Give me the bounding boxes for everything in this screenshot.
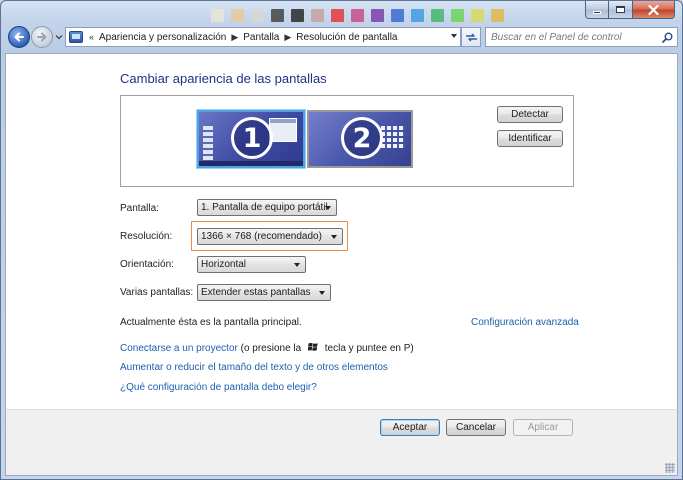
cancel-button[interactable]: Cancelar: [446, 419, 506, 436]
minimize-button[interactable]: [585, 1, 609, 19]
color-swatch: [231, 9, 244, 22]
windows-logo-icon: [308, 342, 318, 351]
window-controls: [585, 1, 675, 19]
monitor-2-number: 2: [341, 117, 383, 159]
desktop-icons-decoration: [203, 126, 213, 160]
forward-button[interactable]: [31, 26, 53, 48]
content-pane: Cambiar apariencia de las pantallas 1 2 …: [5, 53, 678, 409]
search-icon[interactable]: [662, 32, 673, 43]
back-arrow-icon: [14, 32, 24, 42]
breadcrumb-resolucion[interactable]: Resolución de pantalla: [296, 32, 397, 43]
color-swatch: [471, 9, 484, 22]
chevron-down-icon: [331, 235, 337, 239]
color-swatch: [371, 9, 384, 22]
projector-note-before: (o presione la: [240, 343, 302, 354]
chevron-down-icon: [325, 206, 331, 210]
advanced-settings-link[interactable]: Configuración avanzada: [471, 317, 579, 328]
page-title: Cambiar apariencia de las pantallas: [120, 71, 327, 86]
primary-display-note: Actualmente ésta es la pantalla principa…: [120, 317, 302, 328]
recent-pages-dropdown-icon[interactable]: [55, 33, 63, 41]
color-swatch: [491, 9, 504, 22]
color-swatch: [451, 9, 464, 22]
breadcrumb-apariencia[interactable]: Apariencia y personalización: [99, 32, 226, 43]
forward-arrow-icon: [37, 32, 47, 42]
back-button[interactable]: [8, 26, 30, 48]
search-box[interactable]: [485, 27, 678, 47]
resize-grip[interactable]: [665, 463, 675, 473]
orientation-select-value: Horizontal: [201, 259, 247, 270]
color-swatch: [351, 9, 364, 22]
connect-projector-link[interactable]: Conectarse a un proyector: [120, 343, 238, 354]
display-label: Pantalla:: [120, 203, 159, 214]
address-dropdown-icon[interactable]: [451, 34, 457, 38]
text-size-link[interactable]: Aumentar o reducir el tamaño del texto y…: [120, 362, 388, 373]
detect-button[interactable]: Detectar: [497, 106, 563, 123]
chevron-down-icon: [319, 291, 325, 295]
resolution-label: Resolución:: [120, 231, 173, 242]
color-swatch-strip: [211, 9, 504, 22]
refresh-button[interactable]: [461, 27, 481, 47]
close-button[interactable]: [633, 1, 675, 19]
display-select-value: 1. Pantalla de equipo portátil: [201, 202, 328, 213]
color-swatch: [431, 9, 444, 22]
accept-button[interactable]: Aceptar: [380, 419, 440, 436]
display-select[interactable]: 1. Pantalla de equipo portátil: [197, 199, 337, 216]
color-swatch: [251, 9, 264, 22]
color-swatch: [311, 9, 324, 22]
identify-button[interactable]: Identificar: [497, 130, 563, 147]
address-bar[interactable]: « Apariencia y personalización ▶ Pantall…: [65, 27, 461, 47]
which-settings-link[interactable]: ¿Qué configuración de pantalla debo eleg…: [120, 382, 317, 393]
close-icon: [648, 4, 659, 15]
color-swatch: [391, 9, 404, 22]
navigation-bar: « Apariencia y personalización ▶ Pantall…: [5, 25, 678, 51]
resolution-select[interactable]: 1366 × 768 (recomendado): [197, 228, 343, 245]
monitor-1[interactable]: 1: [197, 110, 305, 168]
window-thumbnail-decoration: [269, 118, 297, 142]
monitor-2[interactable]: 2: [307, 110, 413, 168]
color-swatch: [411, 9, 424, 22]
grid-decoration: [381, 126, 405, 148]
control-panel-icon: [69, 31, 83, 43]
breadcrumb-separator-icon[interactable]: ▶: [284, 32, 291, 43]
breadcrumb-overflow[interactable]: «: [89, 32, 94, 42]
orientation-label: Orientación:: [120, 259, 174, 270]
multiple-displays-select-value: Extender estas pantallas: [201, 287, 311, 298]
maximize-icon: [616, 6, 625, 13]
color-swatch: [211, 9, 224, 22]
orientation-select[interactable]: Horizontal: [197, 256, 306, 273]
breadcrumb-pantalla[interactable]: Pantalla: [243, 32, 279, 43]
apply-button[interactable]: Aplicar: [513, 419, 573, 436]
search-input[interactable]: [491, 31, 659, 43]
resolution-select-value: 1366 × 768 (recomendado): [201, 231, 322, 242]
taskbar-decoration: [199, 161, 303, 166]
title-bar[interactable]: [1, 1, 682, 25]
monitor-1-number: 1: [231, 117, 273, 159]
multiple-displays-label: Varias pantallas:: [120, 287, 194, 298]
breadcrumb-separator-icon[interactable]: ▶: [231, 32, 238, 43]
maximize-button[interactable]: [609, 1, 633, 19]
color-swatch: [271, 9, 284, 22]
refresh-icon: [465, 33, 477, 41]
color-swatch: [291, 9, 304, 22]
projector-note-after: tecla y puntee en P): [324, 343, 414, 354]
dialog-footer: Aceptar Cancelar Aplicar: [5, 409, 678, 476]
projector-row: Conectarse a un proyector (o presione la…: [120, 342, 414, 354]
chevron-down-icon: [294, 263, 300, 267]
color-swatch: [331, 9, 344, 22]
minimize-icon: [593, 11, 601, 14]
multiple-displays-select[interactable]: Extender estas pantallas: [197, 284, 331, 301]
